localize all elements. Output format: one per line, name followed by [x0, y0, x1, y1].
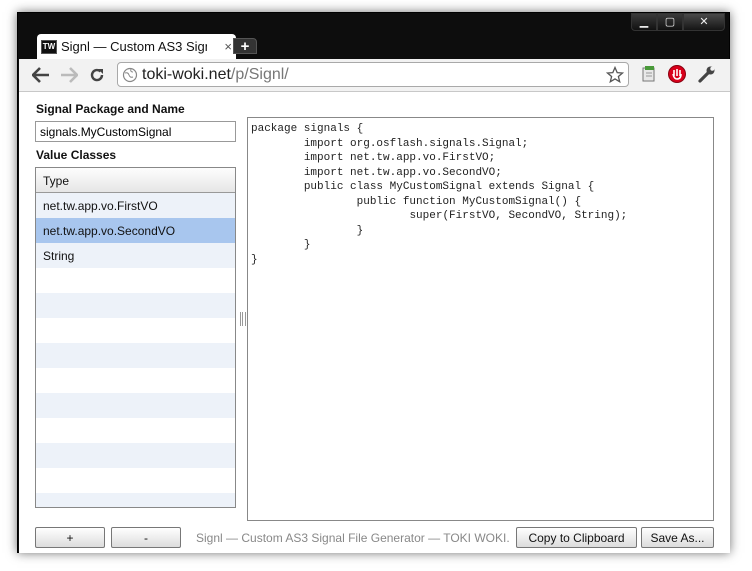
- maximize-button[interactable]: ▢: [657, 13, 683, 31]
- footer-credit: Signl — Custom AS3 Signal File Generator…: [196, 531, 510, 545]
- url-text: toki-woki.net/p/Signl/: [142, 65, 289, 83]
- grid-row-empty: [36, 418, 235, 443]
- grid-row-empty: [36, 343, 235, 368]
- grid-row-empty: [36, 468, 235, 493]
- reload-button[interactable]: [85, 63, 109, 87]
- reload-icon: [90, 68, 104, 82]
- grid-row-empty: [36, 368, 235, 393]
- extension-page-icon[interactable]: [638, 63, 660, 85]
- page-globe-icon: [122, 67, 138, 82]
- grid-row[interactable]: net.tw.app.vo.FirstVO: [36, 193, 235, 218]
- wrench-menu-icon[interactable]: [696, 63, 718, 85]
- value-classes-heading: Value Classes: [36, 148, 117, 162]
- minimize-button[interactable]: ▁: [631, 13, 657, 31]
- stop-extension-icon[interactable]: [666, 63, 688, 85]
- tab-close-icon[interactable]: ×: [224, 39, 232, 54]
- app-content: Signal Package and Name Value Classes Ty…: [19, 91, 730, 553]
- remove-class-button[interactable]: -: [111, 527, 181, 548]
- forward-button[interactable]: [57, 63, 81, 87]
- column-header-type[interactable]: Type: [36, 168, 235, 193]
- package-name-input[interactable]: [35, 121, 236, 142]
- grid-rows: net.tw.app.vo.FirstVO net.tw.app.vo.Secon…: [36, 193, 235, 507]
- address-bar[interactable]: toki-woki.net/p/Signl/: [117, 62, 629, 87]
- close-window-button[interactable]: ✕: [683, 13, 725, 31]
- grid-row[interactable]: String: [36, 243, 235, 268]
- grid-row-empty: [36, 268, 235, 293]
- add-class-button[interactable]: +: [35, 527, 105, 548]
- grid-row-empty: [36, 443, 235, 468]
- grid-row-empty: [36, 318, 235, 343]
- browser-toolbar: toki-woki.net/p/Signl/: [19, 59, 730, 91]
- grid-row[interactable]: net.tw.app.vo.SecondVO: [36, 218, 235, 243]
- browser-window: ▁ ▢ ✕ TW Signl — Custom AS3 Signal File …: [17, 12, 730, 553]
- value-classes-grid: Type net.tw.app.vo.FirstVO net.tw.app.vo.…: [35, 167, 236, 508]
- browser-tab[interactable]: TW Signl — Custom AS3 Signal File Genera…: [37, 34, 236, 59]
- tab-title: Signl — Custom AS3 Signal File Generator: [61, 39, 207, 54]
- site-favicon-icon: TW: [41, 39, 57, 54]
- back-arrow-icon: [32, 67, 49, 83]
- save-as-button[interactable]: Save As...: [641, 527, 714, 548]
- back-button[interactable]: [29, 63, 53, 87]
- panel-resize-handle[interactable]: [240, 312, 246, 326]
- new-tab-button[interactable]: +: [233, 38, 257, 55]
- grid-row-empty: [36, 393, 235, 418]
- window-controls: ▁ ▢ ✕: [631, 13, 725, 31]
- package-name-heading: Signal Package and Name: [36, 102, 185, 116]
- grid-row-empty: [36, 493, 235, 507]
- bookmark-star-icon[interactable]: [606, 65, 624, 84]
- copy-to-clipboard-button[interactable]: Copy to Clipboard: [516, 527, 637, 548]
- grid-row-empty: [36, 293, 235, 318]
- generated-code: package signals { import org.osflash.sig…: [247, 117, 714, 521]
- forward-arrow-icon: [61, 67, 78, 83]
